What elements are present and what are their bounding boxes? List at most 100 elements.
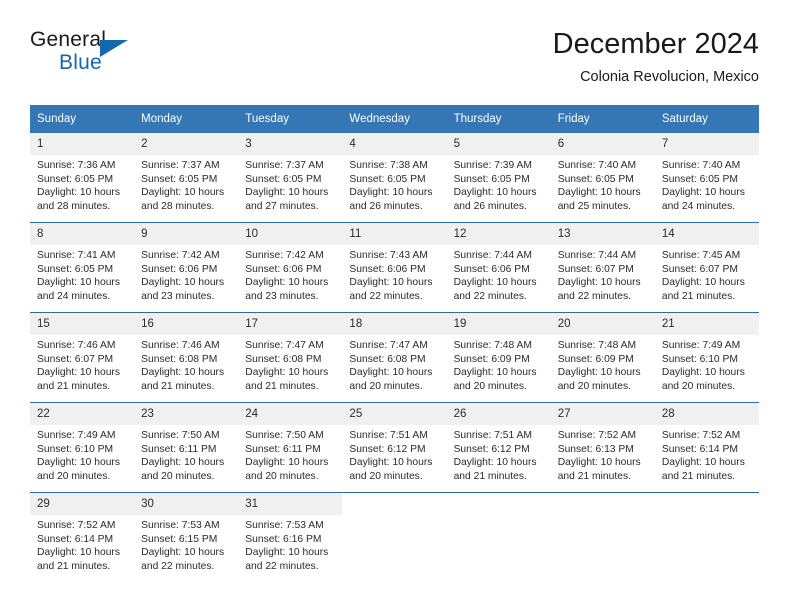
day-details: Sunrise: 7:53 AM Sunset: 6:15 PM Daylight:… [134, 515, 238, 573]
day-number: 1 [30, 133, 135, 155]
sunrise-text: Sunrise: 7:48 AM [557, 340, 637, 351]
day-cell-inner: 12 Sunrise: 7:44 AM Sunset: 6:06 PM Dayligh… [446, 223, 551, 312]
sunset-text: Sunset: 6:09 PM [453, 353, 530, 365]
calendar-cell-empty [654, 492, 759, 582]
day-details: Sunrise: 7:50 AM Sunset: 6:11 PM Daylight:… [238, 425, 342, 483]
sunrise-text: Sunrise: 7:50 AM [245, 430, 324, 441]
calendar-week-row: 15 Sunrise: 7:46 AM Sunset: 6:07 PM Dayligh… [30, 312, 759, 403]
weekday-header-saturday: Saturday [654, 105, 759, 133]
calendar-day-cell[interactable]: 25 Sunrise: 7:51 AM Sunset: 6:12 PM Dayligh… [342, 402, 447, 493]
daylight-text-line2: and 25 minutes. [557, 200, 631, 212]
calendar-day-cell[interactable]: 10 Sunrise: 7:42 AM Sunset: 6:06 PM Dayligh… [238, 222, 343, 313]
calendar-day-cell[interactable]: 31 Sunrise: 7:53 AM Sunset: 6:16 PM Dayligh… [238, 492, 343, 582]
day-details: Sunrise: 7:48 AM Sunset: 6:09 PM Daylight:… [551, 335, 655, 393]
sunrise-text: Sunrise: 7:46 AM [37, 340, 116, 351]
calendar-day-cell[interactable]: 24 Sunrise: 7:50 AM Sunset: 6:11 PM Dayligh… [238, 402, 343, 493]
calendar-day-cell[interactable]: 27 Sunrise: 7:52 AM Sunset: 6:13 PM Dayligh… [550, 402, 655, 493]
calendar-day-cell[interactable]: 11 Sunrise: 7:43 AM Sunset: 6:06 PM Dayligh… [342, 222, 447, 313]
calendar-day-cell[interactable]: 3 Sunrise: 7:37 AM Sunset: 6:05 PM Daylight… [238, 133, 343, 223]
daylight-text-line2: and 26 minutes. [349, 200, 423, 212]
day-cell-inner [342, 493, 446, 582]
sunset-text: Sunset: 6:05 PM [37, 263, 114, 275]
brand-logo[interactable]: General Blue [30, 28, 250, 84]
sunset-text: Sunset: 6:05 PM [453, 173, 530, 185]
daylight-text-line1: Daylight: 10 hours [661, 367, 745, 379]
calendar-day-cell[interactable]: 17 Sunrise: 7:47 AM Sunset: 6:08 PM Dayligh… [238, 312, 343, 403]
calendar-day-cell[interactable]: 9 Sunrise: 7:42 AM Sunset: 6:06 PM Daylight… [134, 222, 239, 313]
day-cell-inner: 24 Sunrise: 7:50 AM Sunset: 6:11 PM Dayligh… [238, 403, 343, 492]
day-details: Sunrise: 7:38 AM Sunset: 6:05 PM Daylight:… [342, 155, 446, 213]
day-cell-inner: 29 Sunrise: 7:52 AM Sunset: 6:14 PM Dayligh… [30, 493, 135, 582]
calendar-day-cell[interactable]: 7 Sunrise: 7:40 AM Sunset: 6:05 PM Daylight… [654, 133, 759, 223]
day-cell-inner: 15 Sunrise: 7:46 AM Sunset: 6:07 PM Dayligh… [30, 313, 135, 402]
day-number: 15 [30, 313, 135, 335]
day-cell-inner [655, 493, 759, 582]
sunset-text: Sunset: 6:11 PM [245, 443, 321, 455]
sunrise-text: Sunrise: 7:48 AM [453, 340, 532, 351]
sunrise-text: Sunrise: 7:53 AM [245, 520, 324, 531]
day-details: Sunrise: 7:52 AM Sunset: 6:14 PM Daylight:… [30, 515, 134, 573]
calendar-day-cell[interactable]: 16 Sunrise: 7:46 AM Sunset: 6:08 PM Dayligh… [134, 312, 239, 403]
calendar-day-cell[interactable]: 6 Sunrise: 7:40 AM Sunset: 6:05 PM Daylight… [550, 133, 655, 223]
day-details: Sunrise: 7:53 AM Sunset: 6:16 PM Daylight:… [238, 515, 342, 573]
day-details: Sunrise: 7:51 AM Sunset: 6:12 PM Daylight:… [447, 425, 551, 483]
sunset-text: Sunset: 6:15 PM [141, 533, 218, 545]
day-number: 29 [30, 493, 135, 515]
daylight-text-line1: Daylight: 10 hours [141, 187, 225, 199]
daylight-text-line1: Daylight: 10 hours [37, 367, 120, 379]
calendar-day-cell[interactable]: 19 Sunrise: 7:48 AM Sunset: 6:09 PM Dayligh… [446, 312, 551, 403]
calendar-day-cell[interactable]: 22 Sunrise: 7:49 AM Sunset: 6:10 PM Dayligh… [30, 402, 135, 493]
day-cell-inner: 9 Sunrise: 7:42 AM Sunset: 6:06 PM Daylight… [134, 223, 239, 312]
day-details: Sunrise: 7:43 AM Sunset: 6:06 PM Daylight:… [342, 245, 446, 303]
calendar-day-cell[interactable]: 29 Sunrise: 7:52 AM Sunset: 6:14 PM Dayligh… [30, 492, 135, 582]
calendar-day-cell[interactable]: 8 Sunrise: 7:41 AM Sunset: 6:05 PM Daylight… [30, 222, 135, 313]
daylight-text-line2: and 20 minutes. [245, 470, 319, 482]
day-cell-inner: 30 Sunrise: 7:53 AM Sunset: 6:15 PM Dayligh… [134, 493, 239, 582]
calendar-day-cell[interactable]: 1 Sunrise: 7:36 AM Sunset: 6:05 PM Daylight… [30, 133, 135, 223]
calendar-day-cell[interactable]: 21 Sunrise: 7:49 AM Sunset: 6:10 PM Dayligh… [654, 312, 759, 403]
sunrise-text: Sunrise: 7:52 AM [37, 520, 116, 531]
calendar-day-cell[interactable]: 15 Sunrise: 7:46 AM Sunset: 6:07 PM Dayligh… [30, 312, 135, 403]
sunrise-text: Sunrise: 7:53 AM [141, 520, 220, 531]
sunrise-text: Sunrise: 7:37 AM [245, 160, 324, 171]
day-number: 31 [238, 493, 343, 515]
daylight-text-line1: Daylight: 10 hours [349, 367, 433, 379]
daylight-text-line2: and 21 minutes. [453, 470, 527, 482]
calendar-day-cell[interactable]: 28 Sunrise: 7:52 AM Sunset: 6:14 PM Dayligh… [654, 402, 759, 493]
daylight-text-line2: and 24 minutes. [37, 290, 111, 302]
daylight-text-line2: and 23 minutes. [141, 290, 215, 302]
day-details: Sunrise: 7:46 AM Sunset: 6:08 PM Daylight:… [134, 335, 238, 393]
daylight-text-line1: Daylight: 10 hours [453, 457, 537, 469]
day-details: Sunrise: 7:49 AM Sunset: 6:10 PM Daylight:… [30, 425, 134, 483]
sunrise-text: Sunrise: 7:44 AM [557, 250, 637, 261]
calendar-day-cell[interactable]: 30 Sunrise: 7:53 AM Sunset: 6:15 PM Dayligh… [134, 492, 239, 582]
sunrise-text: Sunrise: 7:51 AM [349, 430, 428, 441]
calendar-day-cell[interactable]: 18 Sunrise: 7:47 AM Sunset: 6:08 PM Dayligh… [342, 312, 447, 403]
calendar-week-row: 1 Sunrise: 7:36 AM Sunset: 6:05 PM Daylight… [30, 133, 759, 223]
daylight-text-line2: and 21 minutes. [557, 470, 631, 482]
calendar-day-cell[interactable]: 23 Sunrise: 7:50 AM Sunset: 6:11 PM Dayligh… [134, 402, 239, 493]
calendar-day-cell[interactable]: 4 Sunrise: 7:38 AM Sunset: 6:05 PM Daylight… [342, 133, 447, 223]
daylight-text-line1: Daylight: 10 hours [141, 367, 225, 379]
daylight-text-line2: and 20 minutes. [661, 380, 736, 392]
title-block: December 2024 Colonia Revolucion, Mexico [553, 26, 759, 88]
daylight-text-line1: Daylight: 10 hours [661, 277, 745, 289]
sunrise-text: Sunrise: 7:51 AM [453, 430, 532, 441]
calendar-day-cell[interactable]: 5 Sunrise: 7:39 AM Sunset: 6:05 PM Daylight… [446, 133, 551, 223]
daylight-text-line2: and 20 minutes. [37, 470, 111, 482]
weekday-header-friday: Friday [550, 105, 655, 133]
calendar-day-cell[interactable]: 26 Sunrise: 7:51 AM Sunset: 6:12 PM Dayligh… [446, 402, 551, 493]
calendar-day-cell[interactable]: 12 Sunrise: 7:44 AM Sunset: 6:06 PM Dayligh… [446, 222, 551, 313]
calendar-day-cell[interactable]: 13 Sunrise: 7:44 AM Sunset: 6:07 PM Dayligh… [550, 222, 655, 313]
brand-name-general: General [30, 28, 107, 51]
brand-name-blue: Blue [59, 51, 102, 74]
calendar-day-cell[interactable]: 14 Sunrise: 7:45 AM Sunset: 6:07 PM Dayligh… [654, 222, 759, 313]
calendar-day-cell[interactable]: 2 Sunrise: 7:37 AM Sunset: 6:05 PM Daylight… [134, 133, 239, 223]
day-number: 25 [342, 403, 447, 425]
day-number [551, 493, 655, 515]
daylight-text-line1: Daylight: 10 hours [141, 457, 225, 469]
daylight-text-line1: Daylight: 10 hours [141, 277, 225, 289]
calendar-day-cell[interactable]: 20 Sunrise: 7:48 AM Sunset: 6:09 PM Dayligh… [550, 312, 655, 403]
sunrise-text: Sunrise: 7:49 AM [661, 340, 741, 351]
daylight-text-line2: and 22 minutes. [349, 290, 423, 302]
